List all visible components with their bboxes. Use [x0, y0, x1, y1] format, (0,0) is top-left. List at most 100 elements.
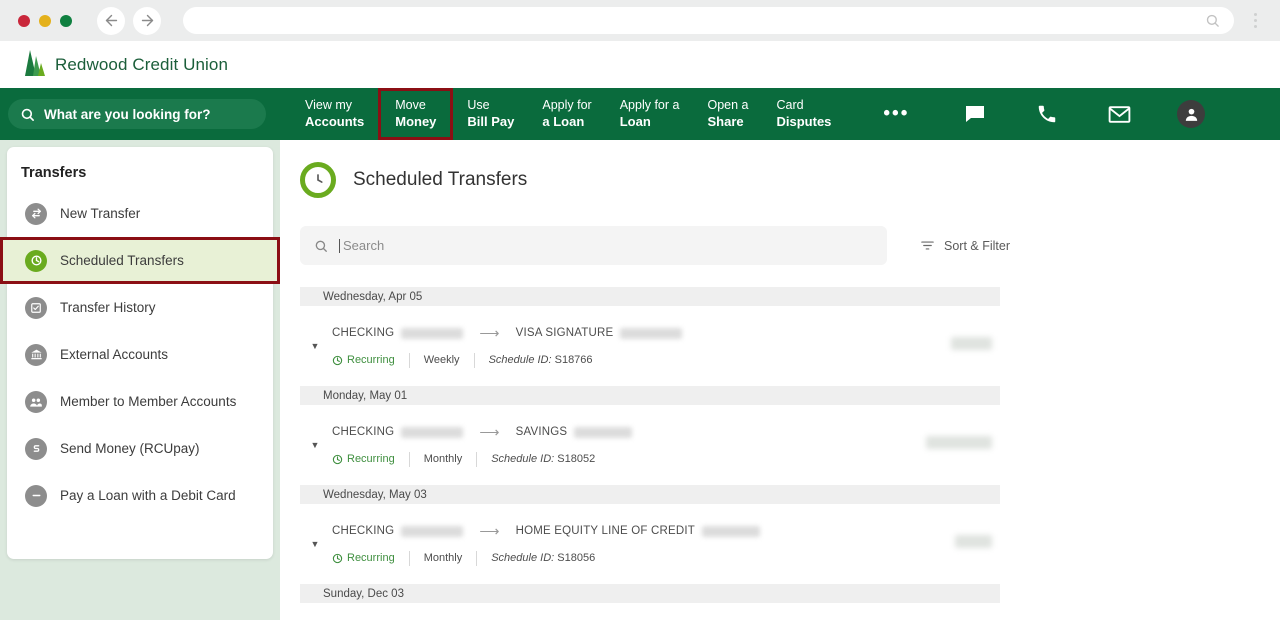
nav-item-open-a-share[interactable]: Open a Share: [693, 88, 762, 140]
minimize-window-button[interactable]: [39, 14, 51, 27]
browser-menu-button[interactable]: [1244, 13, 1266, 28]
from-account: CHECKING: [332, 327, 395, 339]
nav-item-line1: Apply for: [542, 98, 592, 113]
phone-icon[interactable]: [1011, 103, 1083, 125]
transfer-accounts: CHECKING ⟶ VISA SIGNATURE: [332, 325, 890, 342]
sidebar-item-label: Transfer History: [60, 300, 156, 315]
schedule-id-value: S18052: [557, 453, 596, 465]
search-icon: [315, 240, 327, 252]
maximize-window-button[interactable]: [60, 14, 72, 27]
sidebar-item-send-money-rcupay[interactable]: Send Money (RCUpay): [7, 425, 273, 472]
page-title: Scheduled Transfers: [353, 169, 528, 190]
nav-utility-icons: [939, 100, 1227, 128]
arrow-right-icon: ⟶: [479, 324, 500, 341]
nav-item-line2: a Loan: [542, 113, 585, 129]
transfer-details: CHECKING ⟶ SAVINGS Recurring Monthly Sch…: [326, 424, 890, 467]
nav-item-line1: Move: [395, 98, 426, 113]
to-account: HOME EQUITY LINE OF CREDIT: [515, 525, 696, 537]
sidebar-item-member-to-member-accounts[interactable]: Member to Member Accounts: [7, 378, 273, 425]
table-row[interactable]: ▼ CHECKING ⟶ HOME EQUITY LINE OF CREDIT: [300, 504, 1000, 584]
from-account-masked-number: [401, 525, 464, 537]
to-account-masked-number: [702, 525, 761, 537]
sidebar-item-label: Scheduled Transfers: [60, 253, 184, 268]
nav-item-view-my-accounts[interactable]: View my Accounts: [291, 88, 378, 140]
nav-item-line2: Share: [707, 113, 744, 129]
page-body: Transfers New Transfer Scheduled Transfe…: [0, 140, 1280, 620]
clock-icon: [25, 249, 47, 272]
search-input[interactable]: Search: [300, 226, 887, 265]
date-group-header: Wednesday, May 03: [300, 485, 1000, 504]
page-header: Scheduled Transfers: [300, 162, 1280, 198]
recurring-badge: Recurring: [332, 354, 395, 366]
nav-item-move-money[interactable]: Move Money: [378, 88, 454, 140]
brand-name: Redwood Credit Union: [55, 54, 229, 74]
from-account: CHECKING: [332, 426, 395, 438]
sidebar-item-external-accounts[interactable]: External Accounts: [7, 331, 273, 378]
transfer-details: CHECKING ⟶ HOME EQUITY LINE OF CREDIT Re…: [326, 523, 890, 566]
site-search-input[interactable]: What are you looking for?: [8, 99, 266, 129]
redwood-trees-logo[interactable]: [20, 49, 46, 80]
chevron-down-icon[interactable]: ▼: [304, 440, 326, 450]
nav-more-button[interactable]: •••: [883, 103, 909, 125]
schedule-id-value: S18766: [554, 354, 593, 366]
brand-header: Redwood Credit Union: [0, 41, 1280, 88]
clock-circle-icon: [300, 162, 336, 198]
sort-and-filter-button[interactable]: Sort & Filter: [920, 238, 1010, 253]
nav-item-line1: View my: [305, 98, 353, 113]
sidebar-item-scheduled-transfers[interactable]: Scheduled Transfers: [0, 237, 280, 284]
sidebar-card: Transfers New Transfer Scheduled Transfe…: [0, 147, 280, 559]
nav-item-card-disputes[interactable]: Card Disputes: [763, 88, 846, 140]
schedule-id: Schedule ID: S18056: [491, 552, 595, 564]
divider: [408, 451, 410, 467]
user-avatar-icon[interactable]: [1155, 100, 1227, 128]
dollar-circle-icon: [25, 437, 47, 460]
close-window-button[interactable]: [18, 14, 30, 27]
nav-item-apply-for-a-loan-2[interactable]: Apply for a Loan: [606, 88, 694, 140]
transfer-amount: [890, 535, 1000, 553]
date-group-header: Wednesday, Apr 05: [300, 287, 1000, 306]
recurring-badge: Recurring: [332, 552, 395, 564]
from-account: CHECKING: [332, 525, 395, 537]
nav-item-line1: Card: [776, 98, 804, 113]
nav-item-line2: Disputes: [776, 113, 832, 129]
table-row[interactable]: ▼ CHECKING ⟶ SAVINGS Recurring Monthly S…: [300, 405, 1000, 485]
chat-icon[interactable]: [939, 102, 1011, 126]
sort-and-filter-label: Sort & Filter: [944, 238, 1010, 253]
filter-icon: [921, 241, 934, 250]
nav-item-line2: Accounts: [305, 113, 365, 129]
envelope-icon[interactable]: [1083, 102, 1155, 127]
frequency: Weekly: [423, 354, 460, 366]
arrow-right-icon: ⟶: [479, 423, 500, 440]
amount-masked: [926, 436, 992, 449]
nav-items: View my Accounts Move Money Use Bill Pay…: [291, 88, 909, 140]
divider: [408, 352, 410, 368]
recurring-badge: Recurring: [332, 453, 395, 465]
sidebar-item-new-transfer[interactable]: New Transfer: [7, 190, 273, 237]
back-button[interactable]: [97, 6, 125, 35]
schedule-id-value: S18056: [557, 552, 596, 564]
site-search-placeholder: What are you looking for?: [44, 106, 211, 122]
transfer-accounts: CHECKING ⟶ SAVINGS: [332, 424, 890, 441]
search-placeholder: Search: [343, 238, 385, 253]
recurring-label: Recurring: [347, 453, 395, 465]
nav-item-use-bill-pay[interactable]: Use Bill Pay: [453, 88, 528, 140]
from-account-masked-number: [401, 426, 464, 438]
table-row[interactable]: ▼ CHECKING ⟶ VISA SIGNATURE Recurring We…: [300, 306, 1000, 386]
schedule-id: Schedule ID: S18766: [489, 354, 593, 366]
nav-item-line2: Loan: [619, 113, 651, 129]
forward-button[interactable]: [133, 6, 161, 35]
sidebar-item-transfer-history[interactable]: Transfer History: [7, 284, 273, 331]
recurring-label: Recurring: [347, 354, 395, 366]
nav-item-line1: Use: [467, 98, 490, 113]
schedule-id: Schedule ID: S18052: [491, 453, 595, 465]
search-row: Search Sort & Filter: [300, 226, 1280, 265]
frequency: Monthly: [423, 552, 463, 564]
divider: [473, 352, 475, 368]
chevron-down-icon[interactable]: ▼: [304, 341, 326, 351]
to-account-masked-number: [620, 327, 683, 339]
sidebar-item-pay-a-loan-with-a-debit-card[interactable]: Pay a Loan with a Debit Card: [7, 472, 273, 519]
address-bar[interactable]: [183, 7, 1234, 34]
nav-item-apply-for-a-loan[interactable]: Apply for a Loan: [528, 88, 605, 140]
nav-item-line2: Bill Pay: [467, 113, 515, 129]
chevron-down-icon[interactable]: ▼: [304, 539, 326, 549]
